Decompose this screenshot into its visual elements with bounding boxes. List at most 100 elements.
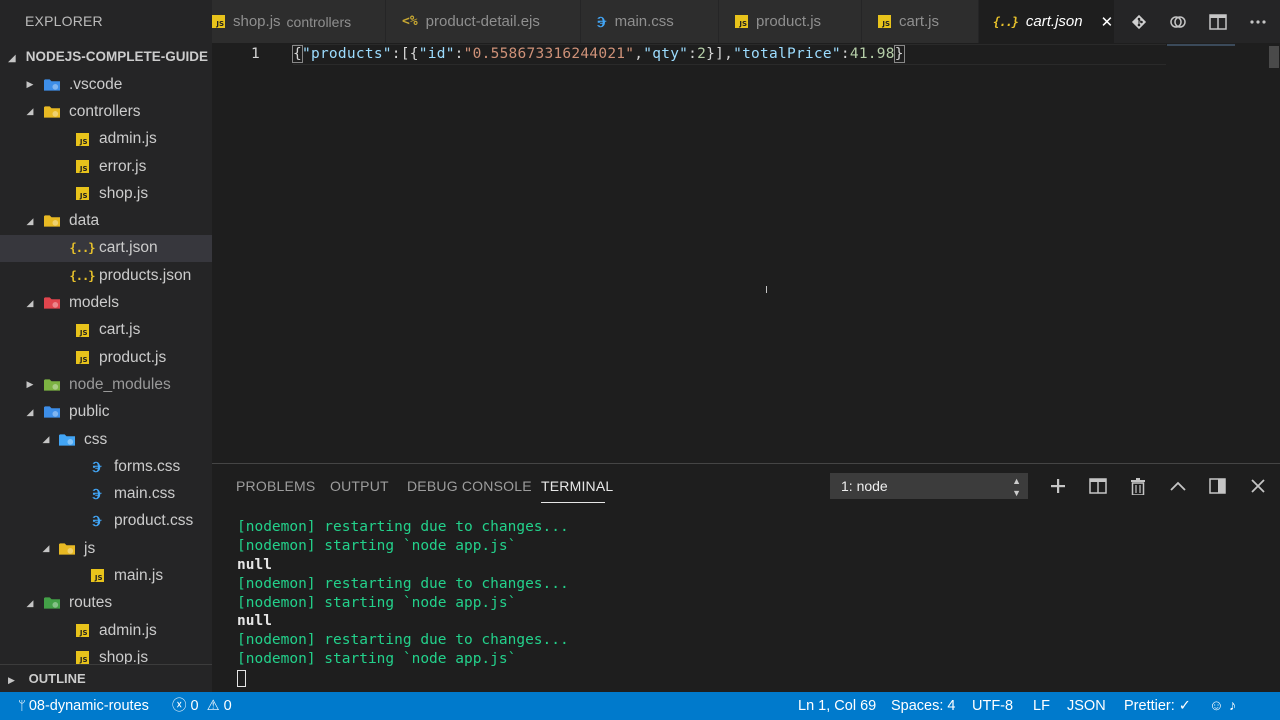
tree-item[interactable]: {..} products.json [0,262,212,289]
tree-item[interactable]: Ⰵmain.css [0,480,212,507]
mouse-ibeam-icon: I [765,285,768,296]
js-file-icon: JS [74,159,90,175]
code-token: : [454,46,464,62]
cursor-position[interactable]: Ln 1, Col 69 [798,692,876,720]
js-file-icon: JS [74,322,90,338]
tree-item[interactable]: ▶ node_modules [0,371,212,398]
tree-item[interactable]: JS product.js [0,344,212,371]
tree-item-label: admin.js [99,130,157,148]
tree-item[interactable]: JS cart.js [0,317,212,344]
tree-item-label: css [84,430,108,448]
tab-label: main.css [614,13,674,30]
language-mode[interactable]: JSON [1067,692,1106,720]
js-file-icon: JS [74,350,90,366]
code-token: } [893,45,905,63]
json-file-icon: {..} [993,14,1019,29]
routes-folder-icon [44,595,60,611]
tree-item[interactable]: {..} cart.json [0,234,212,263]
tree-item[interactable]: JS admin.js [0,126,212,153]
tree-item-label: models [69,294,119,312]
tab-problems[interactable]: PROBLEMS [236,478,315,494]
tab-output[interactable]: OUTPUT [330,478,389,494]
tree-item[interactable]: ◢ controllers [0,98,212,125]
tree-item-label: cart.js [99,321,141,339]
tab-shop-js[interactable]: JS shop.js controllers [212,0,386,43]
maximize-panel-icon[interactable] [1168,476,1188,496]
project-root-header[interactable]: ◢ NODEJS-COMPLETE-GUIDE [0,43,212,71]
tab-product-js[interactable]: JS product.js [719,0,862,43]
tab-debug-console[interactable]: DEBUG CONSOLE [407,478,532,494]
tree-item-label: node_modules [69,375,171,393]
code-editor[interactable]: 1 {"products":[{"id":"0.558673316244021"… [212,43,1280,463]
feedback-smiley-icon[interactable]: ☺ [1209,692,1224,720]
chevron-down-icon: ◢ [42,543,50,554]
terminal-line: [nodemon] starting `node app.js` [237,537,517,554]
tree-item-label: admin.js [99,621,157,639]
css-file-icon: Ⰵ [92,512,102,531]
branch-name: 08-dynamic-routes [28,698,149,714]
tree-item-label: data [69,212,100,230]
tab-cart-js[interactable]: JS cart.js [862,0,979,43]
trash-icon[interactable] [1128,476,1148,496]
tree-item[interactable]: JS admin.js [0,617,212,644]
tree-item-label: shop.js [99,184,149,202]
notifications-bell-icon[interactable]: ♪ [1229,692,1236,720]
tree-item-label: routes [69,594,113,612]
terminal-select-value: 1: node [841,478,888,494]
node-modules-folder-icon [44,377,60,393]
tree-item-label: .vscode [69,75,123,93]
css-file-icon: Ⰵ [92,485,102,504]
line-number: 1 [251,46,260,62]
tree-item[interactable]: ◢ js [0,535,212,562]
tree-item-label: js [84,539,96,557]
more-actions-icon[interactable] [1247,11,1269,33]
tree-item[interactable]: Ⰵproduct.css [0,508,212,535]
explorer-title: EXPLORER [25,13,103,29]
toggle-panel-position-icon[interactable] [1207,476,1227,496]
open-changes-icon[interactable] [1167,11,1189,33]
close-icon[interactable]: ✕ [1101,13,1114,31]
tree-item-label: product.js [99,348,167,366]
terminal-output[interactable]: [nodemon] restarting due to changes... [n… [237,518,569,688]
code-line[interactable]: {"products":[{"id":"0.558673316244021","… [292,45,905,63]
encoding[interactable]: UTF-8 [972,692,1013,720]
code-token: { [292,45,303,63]
close-panel-icon[interactable] [1248,476,1268,496]
tree-item[interactable]: ◢ public [0,399,212,426]
end-of-line[interactable]: LF [1033,692,1050,720]
js-file-icon: JS [212,15,225,28]
chevron-right-icon: ▶ [26,379,34,390]
split-terminal-icon[interactable] [1088,476,1108,496]
tree-item[interactable]: ▶ .vscode [0,71,212,98]
git-compare-icon[interactable] [1128,11,1150,33]
tab-cart-json[interactable]: {..} cart.json ✕ [979,0,1115,43]
tree-item[interactable]: Ⰵforms.css [0,453,212,480]
terminal-line: null [237,556,272,573]
terminal-select[interactable]: 1: node ▲ ▼ [830,473,1028,499]
terminal-cursor [237,670,246,688]
tab-main-css[interactable]: Ⰵ main.css [581,0,719,43]
tree-item[interactable]: ◢ css [0,426,212,453]
tree-item[interactable]: JS error.js [0,153,212,180]
branch-status[interactable]: ᛘ 08-dynamic-routes [18,692,149,720]
tree-item[interactable]: JS main.js [0,562,212,589]
tree-item[interactable]: JS shop.js [0,180,212,207]
controllers-folder-icon [44,104,60,120]
tab-terminal[interactable]: TERMINAL [541,478,613,494]
tree-item-label: forms.css [114,457,181,475]
code-token: :[{ [391,46,419,62]
css-file-icon: Ⰵ [597,12,607,31]
vertical-scrollbar[interactable] [1269,46,1279,68]
minimap[interactable] [1167,44,1235,46]
prettier-status[interactable]: Prettier: ✓ [1124,692,1191,720]
outline-section-header[interactable]: ▶ OUTLINE [0,664,212,692]
tree-item[interactable]: ◢ routes [0,590,212,617]
split-editor-icon[interactable] [1207,11,1229,33]
indentation[interactable]: Spaces: 4 [891,692,956,720]
tab-product-detail-ejs[interactable]: <% product-detail.ejs [386,0,581,43]
file-tree: ▶ .vscode ◢ controllers JS admin.js JS error.js… [0,71,212,672]
new-terminal-icon[interactable] [1048,476,1068,496]
tree-item[interactable]: ◢ models [0,289,212,316]
tree-item[interactable]: ◢ data [0,207,212,234]
problems-status[interactable]: ⓧ 0 ⚠ 0 [172,692,232,720]
